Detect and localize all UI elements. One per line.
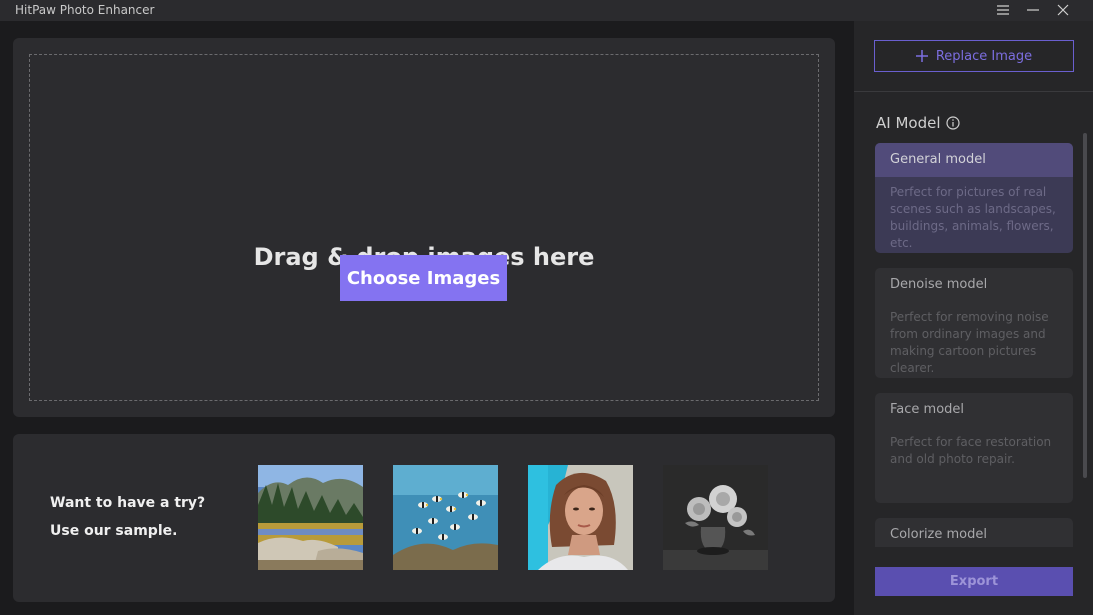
- replace-image-button[interactable]: Replace Image: [874, 40, 1074, 72]
- menu-icon[interactable]: [994, 1, 1012, 19]
- model-list: General model Perfect for pictures of re…: [875, 143, 1073, 547]
- plus-icon: [915, 50, 928, 62]
- close-icon[interactable]: [1054, 1, 1072, 19]
- upload-panel: Drag & drop images here Choose Images: [13, 38, 835, 417]
- model-card-colorize[interactable]: Colorize model: [875, 518, 1073, 547]
- model-description: Perfect for removing noise from ordinary…: [890, 310, 1049, 375]
- model-list-scrollbar[interactable]: [1083, 133, 1087, 478]
- minimize-icon[interactable]: [1024, 1, 1042, 19]
- model-description: Perfect for pictures of real scenes such…: [890, 185, 1056, 250]
- model-card-face[interactable]: Face model Perfect for face restoration …: [875, 393, 1073, 503]
- model-name: Colorize model: [890, 527, 987, 542]
- replace-image-label: Replace Image: [935, 48, 1033, 64]
- app-title: HitPaw Photo Enhancer: [15, 3, 155, 17]
- model-card-general[interactable]: General model Perfect for pictures of re…: [875, 143, 1073, 253]
- sample-prompt-line2: Use our sample.: [50, 523, 178, 539]
- model-name: Face model: [890, 402, 965, 417]
- drop-zone[interactable]: [29, 54, 819, 401]
- sidebar-divider: [854, 91, 1093, 92]
- model-description: Perfect for face restoration and old pho…: [890, 435, 1052, 466]
- model-card-denoise[interactable]: Denoise model Perfect for removing noise…: [875, 268, 1073, 378]
- export-button[interactable]: Export: [875, 567, 1073, 596]
- sidebar: Replace Image AI Model General model Per…: [854, 21, 1093, 615]
- ai-model-heading: AI Model: [876, 114, 960, 132]
- sample-panel: Want to have a try? Use our sample.: [13, 434, 835, 602]
- fish-sample-thumbnail[interactable]: [393, 465, 498, 570]
- sample-prompt-line1: Want to have a try?: [50, 495, 206, 511]
- info-icon[interactable]: [945, 116, 960, 130]
- portrait-sample-thumbnail[interactable]: [528, 465, 633, 570]
- choose-images-button[interactable]: Choose Images: [340, 255, 507, 301]
- landscape-sample-thumbnail[interactable]: [258, 465, 363, 570]
- ai-model-label: AI Model: [876, 114, 941, 132]
- model-name: General model: [875, 143, 1073, 177]
- model-name: Denoise model: [890, 277, 988, 292]
- flowers-sample-thumbnail[interactable]: [663, 465, 768, 570]
- title-bar: HitPaw Photo Enhancer: [0, 0, 1093, 21]
